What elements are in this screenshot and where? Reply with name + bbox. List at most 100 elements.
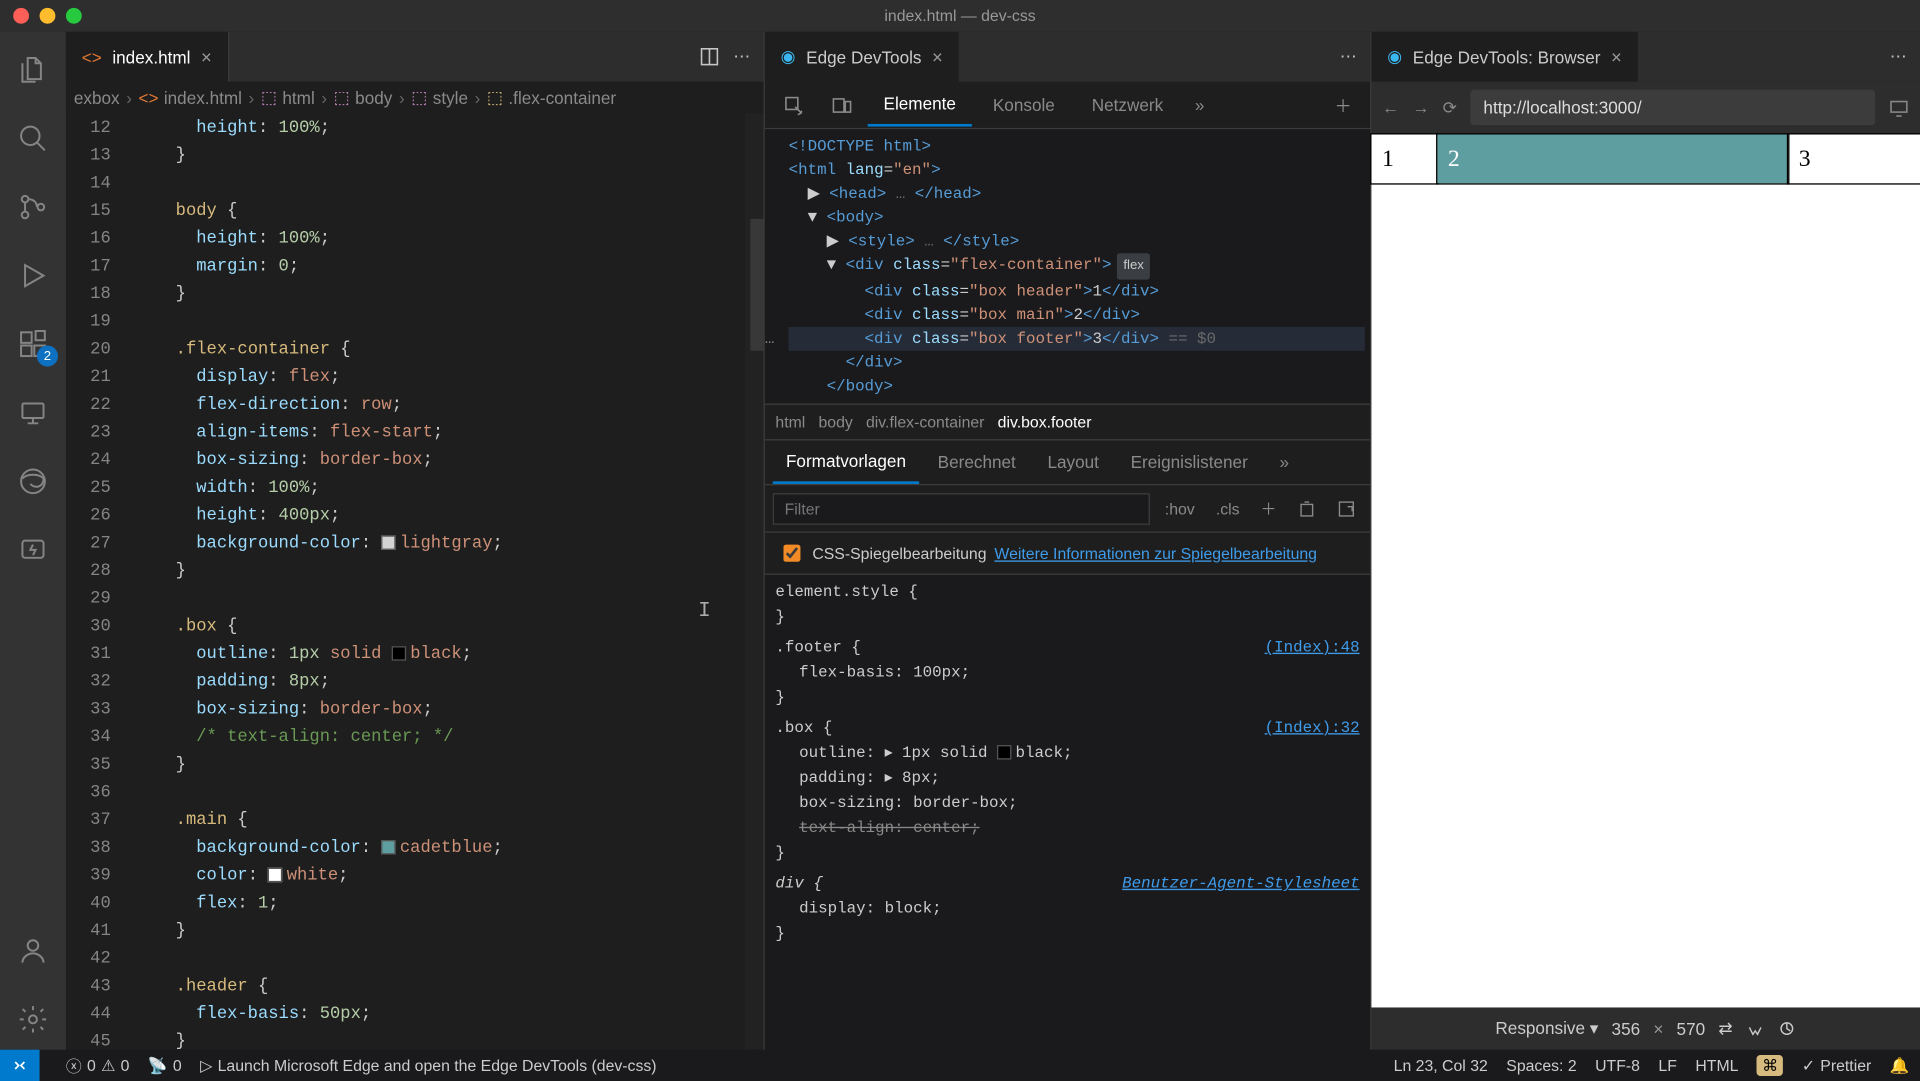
code-line[interactable]: 40 flex: 1;: [66, 889, 764, 917]
device-width[interactable]: 356: [1612, 1019, 1641, 1039]
edge-tools-icon[interactable]: [0, 451, 66, 512]
overflow-tabs-icon[interactable]: »: [1184, 87, 1215, 123]
emulate-icon-2[interactable]: [1778, 1019, 1796, 1037]
copilot-icon[interactable]: ⌘: [1757, 1055, 1783, 1076]
code-line[interactable]: 32 padding: 8px;: [66, 667, 764, 695]
tab-layout[interactable]: Layout: [1034, 442, 1112, 483]
device-toggle-icon[interactable]: [820, 86, 862, 123]
code-line[interactable]: 25 width: 100%;: [66, 473, 764, 501]
explorer-icon[interactable]: [0, 40, 66, 101]
code-line[interactable]: 17 margin: 0;: [66, 252, 764, 280]
code-line[interactable]: 26 height: 400px;: [66, 501, 764, 529]
dom-tree-node[interactable]: ▼ <div class="flex-container">flex: [789, 253, 1365, 279]
breadcrumb[interactable]: exbox›<> index.html›⬚ html›⬚ body›⬚ styl…: [66, 82, 764, 114]
dom-breadcrumb-item[interactable]: html: [775, 413, 805, 431]
ports-indicator[interactable]: 📡0: [148, 1056, 182, 1074]
device-select[interactable]: Responsive ▾: [1495, 1018, 1598, 1039]
tab-eventlisteners[interactable]: Ereignislistener: [1117, 442, 1261, 483]
prettier-indicator[interactable]: ✓Prettier: [1802, 1056, 1872, 1074]
code-line[interactable]: 30 .box {: [66, 612, 764, 640]
code-line[interactable]: 43 .header {: [66, 972, 764, 1000]
overflow-styles-tabs-icon[interactable]: »: [1266, 442, 1302, 483]
screencast-icon[interactable]: [1888, 97, 1909, 118]
dom-tree-node[interactable]: <!DOCTYPE html>: [789, 135, 1365, 159]
hov-toggle[interactable]: :hov: [1158, 495, 1201, 521]
code-line[interactable]: 33 box-sizing: border-box;: [66, 695, 764, 723]
language-mode[interactable]: HTML: [1695, 1056, 1738, 1074]
tab-network[interactable]: Netzwerk: [1076, 84, 1179, 125]
rotate-icon[interactable]: ⇄: [1718, 1018, 1732, 1039]
forward-icon[interactable]: →: [1412, 98, 1429, 118]
thunder-icon[interactable]: [0, 520, 66, 581]
tab-styles[interactable]: Formatvorlagen: [773, 440, 919, 484]
styles-filter-input[interactable]: [773, 493, 1151, 525]
code-line[interactable]: 22 flex-direction: row;: [66, 390, 764, 418]
code-line[interactable]: 18 }: [66, 280, 764, 308]
dom-tree-node[interactable]: </div>: [789, 351, 1365, 375]
toolbar-icon-1[interactable]: [1291, 495, 1323, 521]
code-line[interactable]: 27 background-color: lightgray;: [66, 529, 764, 557]
editor-tab[interactable]: <> index.html ×: [66, 32, 229, 82]
code-line[interactable]: 39 color: white;: [66, 861, 764, 889]
dom-tree-node[interactable]: <div class="box header">1</div>: [789, 280, 1365, 304]
dom-breadcrumb-item[interactable]: div.box.footer: [998, 413, 1092, 431]
dom-tree-node[interactable]: <html lang="en">: [789, 158, 1365, 182]
close-tab-icon[interactable]: ×: [201, 46, 212, 67]
device-height[interactable]: 570: [1677, 1019, 1706, 1039]
encoding[interactable]: UTF-8: [1595, 1056, 1640, 1074]
code-line[interactable]: 21 display: flex;: [66, 363, 764, 391]
devtools-more-icon[interactable]: ⋯: [1340, 46, 1357, 67]
cls-toggle[interactable]: .cls: [1209, 495, 1246, 521]
dom-breadcrumb-item[interactable]: body: [818, 413, 852, 431]
browser-more-icon[interactable]: ⋯: [1890, 46, 1907, 67]
css-rule[interactable]: div {Benutzer-Agent-Stylesheetdisplay: b…: [775, 872, 1359, 947]
tab-elements[interactable]: Elemente: [868, 83, 972, 127]
new-style-rule-icon[interactable]: ＋: [1254, 493, 1283, 523]
zoom-window-icon[interactable]: [66, 8, 82, 24]
page-preview[interactable]: 1 2 3: [1371, 135, 1920, 1008]
launch-task[interactable]: ▷Launch Microsoft Edge and open the Edge…: [200, 1056, 656, 1074]
close-devtools-tab-icon[interactable]: ×: [932, 46, 943, 67]
search-icon[interactable]: [0, 108, 66, 169]
code-line[interactable]: 28 }: [66, 556, 764, 584]
code-line[interactable]: 37 .main {: [66, 806, 764, 834]
dom-tree-node[interactable]: … <div class="box footer">3</div> == $0: [789, 327, 1365, 351]
code-line[interactable]: 42: [66, 944, 764, 972]
tab-computed[interactable]: Berechnet: [924, 442, 1029, 483]
dom-tree-node[interactable]: <div class="box main">2</div>: [789, 303, 1365, 327]
browser-tab[interactable]: ◉ Edge DevTools: Browser ×: [1371, 32, 1637, 82]
indentation[interactable]: Spaces: 2: [1506, 1056, 1576, 1074]
breadcrumb-item[interactable]: ⬚ style: [411, 87, 468, 108]
notifications-icon[interactable]: 🔔: [1890, 1056, 1910, 1074]
settings-gear-icon[interactable]: [0, 989, 66, 1050]
emulate-icon-1[interactable]: [1746, 1019, 1764, 1037]
code-line[interactable]: 35 }: [66, 750, 764, 778]
dom-tree-node[interactable]: ▶ <head> … </head>: [789, 182, 1365, 206]
css-rule[interactable]: element.style {}: [775, 580, 1359, 630]
toolbar-icon-2[interactable]: [1331, 495, 1363, 521]
remote-explorer-icon[interactable]: [0, 382, 66, 443]
code-editor[interactable]: I 12 height: 100%;13 }1415 body {16 heig…: [66, 113, 764, 1049]
elements-tree[interactable]: <!DOCTYPE html><html lang="en"> ▶ <head>…: [765, 129, 1370, 403]
run-debug-icon[interactable]: [0, 245, 66, 306]
code-line[interactable]: 45 }: [66, 1027, 764, 1049]
code-line[interactable]: 14: [66, 169, 764, 197]
account-icon[interactable]: [0, 920, 66, 981]
split-editor-icon[interactable]: [699, 46, 720, 67]
code-line[interactable]: 12 height: 100%;: [66, 113, 764, 141]
css-rule[interactable]: .footer {(Index):48flex-basis: 100px;}: [775, 636, 1359, 711]
editor-more-icon[interactable]: ⋯: [733, 46, 750, 67]
code-line[interactable]: 41 }: [66, 916, 764, 944]
dom-tree-node[interactable]: ▼ <body>: [789, 206, 1365, 230]
breadcrumb-item[interactable]: exbox: [74, 88, 120, 108]
code-line[interactable]: 19: [66, 307, 764, 335]
code-line[interactable]: 15 body {: [66, 196, 764, 224]
code-line[interactable]: 13 }: [66, 141, 764, 169]
back-icon[interactable]: ←: [1382, 98, 1399, 118]
minimap-thumb[interactable]: [750, 219, 763, 351]
code-line[interactable]: 31 outline: 1px solid black;: [66, 640, 764, 668]
eol[interactable]: LF: [1658, 1056, 1676, 1074]
dom-breadcrumb-item[interactable]: div.flex-container: [866, 413, 984, 431]
code-line[interactable]: 16 height: 100%;: [66, 224, 764, 252]
code-line[interactable]: 24 box-sizing: border-box;: [66, 446, 764, 474]
